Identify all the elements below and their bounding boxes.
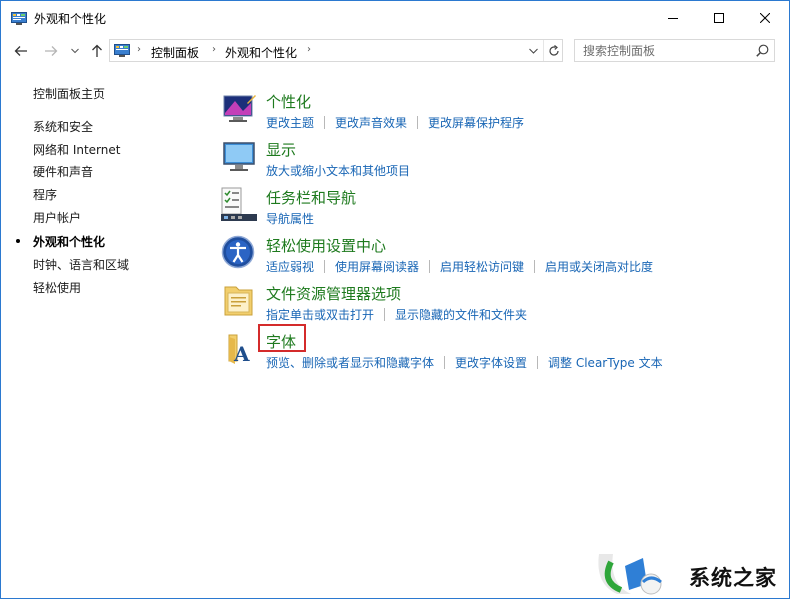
- arrow-right-icon: [45, 46, 58, 56]
- refresh-icon: [548, 44, 559, 56]
- show-hidden-files-link[interactable]: 显示隐藏的文件和文件夹: [395, 306, 527, 323]
- category-title[interactable]: 轻松使用设置中心: [266, 235, 386, 256]
- category-title[interactable]: 文件资源管理器选项: [266, 283, 401, 304]
- change-screensaver-link[interactable]: 更改屏幕保护程序: [428, 114, 524, 131]
- category-title[interactable]: 显示: [266, 139, 296, 160]
- folder-options-icon: [224, 286, 253, 316]
- ease-of-access-icon: [221, 235, 255, 269]
- sidebar-item-clock-language[interactable]: 时钟、语言和区域: [33, 256, 129, 273]
- display-icon: [223, 142, 255, 171]
- category-links: 指定单击或双击打开 显示隐藏的文件和文件夹: [266, 306, 527, 323]
- low-vision-link[interactable]: 适应弱视: [266, 258, 314, 275]
- category-links: 预览、删除或者显示和隐藏字体 更改字体设置 调整 ClearType 文本: [266, 354, 663, 371]
- close-icon: [760, 13, 770, 23]
- maximize-icon: [714, 13, 724, 23]
- search-box[interactable]: [574, 39, 775, 62]
- watermark-text: 系统之家: [689, 566, 777, 590]
- breadcrumb-separator[interactable]: ›: [307, 44, 311, 55]
- window-title: 外观和个性化: [34, 12, 107, 26]
- link-separator: [384, 308, 386, 321]
- link-separator: [537, 356, 539, 369]
- link-separator: [444, 356, 446, 369]
- control-panel-icon: [114, 44, 130, 57]
- breadcrumb-appearance[interactable]: 外观和个性化: [225, 44, 297, 61]
- access-keys-link[interactable]: 启用轻松访问键: [440, 258, 524, 275]
- search-input[interactable]: [583, 43, 748, 59]
- navigation-bar: › 控制面板 › 外观和个性化 ›: [1, 38, 789, 64]
- address-dropdown-button[interactable]: [524, 40, 542, 61]
- active-item-bullet: [16, 239, 20, 243]
- change-font-settings-link[interactable]: 更改字体设置: [455, 354, 527, 371]
- cleartype-link[interactable]: 调整 ClearType 文本: [548, 354, 663, 371]
- breadcrumb-control-panel[interactable]: 控制面板: [151, 44, 199, 61]
- category-links: 适应弱视 使用屏幕阅读器 启用轻松访问键 启用或关闭高对比度: [266, 258, 653, 275]
- arrow-left-icon: [14, 46, 27, 56]
- sidebar-item-hardware-sound[interactable]: 硬件和声音: [33, 163, 93, 180]
- category-links: 放大或缩小文本和其他项目: [266, 162, 410, 179]
- sidebar-item-ease-of-access[interactable]: 轻松使用: [33, 279, 81, 296]
- sidebar-item-appearance[interactable]: 外观和个性化: [33, 233, 105, 250]
- chevron-down-icon: [528, 48, 538, 54]
- taskbar-icon: [221, 187, 257, 221]
- recent-locations-button[interactable]: [65, 41, 85, 61]
- breadcrumb-separator[interactable]: ›: [212, 44, 216, 55]
- up-button[interactable]: [87, 41, 107, 61]
- address-bar[interactable]: › 控制面板 › 外观和个性化 ›: [109, 39, 563, 62]
- link-separator: [534, 260, 536, 273]
- refresh-button[interactable]: [543, 40, 563, 61]
- forward-button[interactable]: [41, 41, 61, 61]
- category-title[interactable]: 个性化: [266, 91, 311, 112]
- category-title[interactable]: 任务栏和导航: [266, 187, 356, 208]
- close-button[interactable]: [742, 1, 788, 35]
- minimize-icon: [668, 18, 678, 19]
- fonts-highlight-box: [258, 324, 306, 352]
- link-separator: [417, 116, 419, 129]
- minimize-button[interactable]: [650, 1, 696, 35]
- screen-reader-link[interactable]: 使用屏幕阅读器: [335, 258, 419, 275]
- breadcrumb-separator[interactable]: ›: [137, 44, 141, 55]
- control-panel-icon: [11, 12, 27, 25]
- single-double-click-link[interactable]: 指定单击或双击打开: [266, 306, 374, 323]
- svg-text:A: A: [233, 342, 250, 366]
- chevron-down-icon: [71, 48, 79, 54]
- back-button[interactable]: [11, 41, 31, 61]
- search-icon[interactable]: [756, 44, 769, 57]
- link-separator: [324, 260, 326, 273]
- scale-text-link[interactable]: 放大或缩小文本和其他项目: [266, 162, 410, 179]
- navigation-properties-link[interactable]: 导航属性: [266, 210, 314, 227]
- sidebar-item-user-accounts[interactable]: 用户帐户: [33, 209, 81, 226]
- maximize-button[interactable]: [696, 1, 742, 35]
- arrow-up-icon: [92, 44, 102, 57]
- fonts-icon: A: [228, 334, 250, 366]
- sidebar-item-system-security[interactable]: 系统和安全: [33, 118, 93, 135]
- watermark-logo: [598, 554, 662, 595]
- title-bar[interactable]: 外观和个性化: [1, 1, 789, 37]
- watermark: 系统之家: [591, 544, 790, 600]
- link-separator: [324, 116, 326, 129]
- sidebar-item-home[interactable]: 控制面板主页: [33, 85, 105, 102]
- sidebar-item-programs[interactable]: 程序: [33, 186, 57, 203]
- control-panel-window: 外观和个性化 › 控制面板 › 外观和个性化 › 搜索控制面板 控制面板主页 系…: [0, 0, 790, 599]
- preview-fonts-link[interactable]: 预览、删除或者显示和隐藏字体: [266, 354, 434, 371]
- category-links: 更改主题 更改声音效果 更改屏幕保护程序: [266, 114, 524, 131]
- change-sound-link[interactable]: 更改声音效果: [335, 114, 407, 131]
- link-separator: [429, 260, 431, 273]
- high-contrast-link[interactable]: 启用或关闭高对比度: [545, 258, 653, 275]
- personalization-icon: [223, 95, 256, 122]
- sidebar-item-network[interactable]: 网络和 Internet: [33, 141, 120, 158]
- category-links: 导航属性: [266, 210, 314, 227]
- change-theme-link[interactable]: 更改主题: [266, 114, 314, 131]
